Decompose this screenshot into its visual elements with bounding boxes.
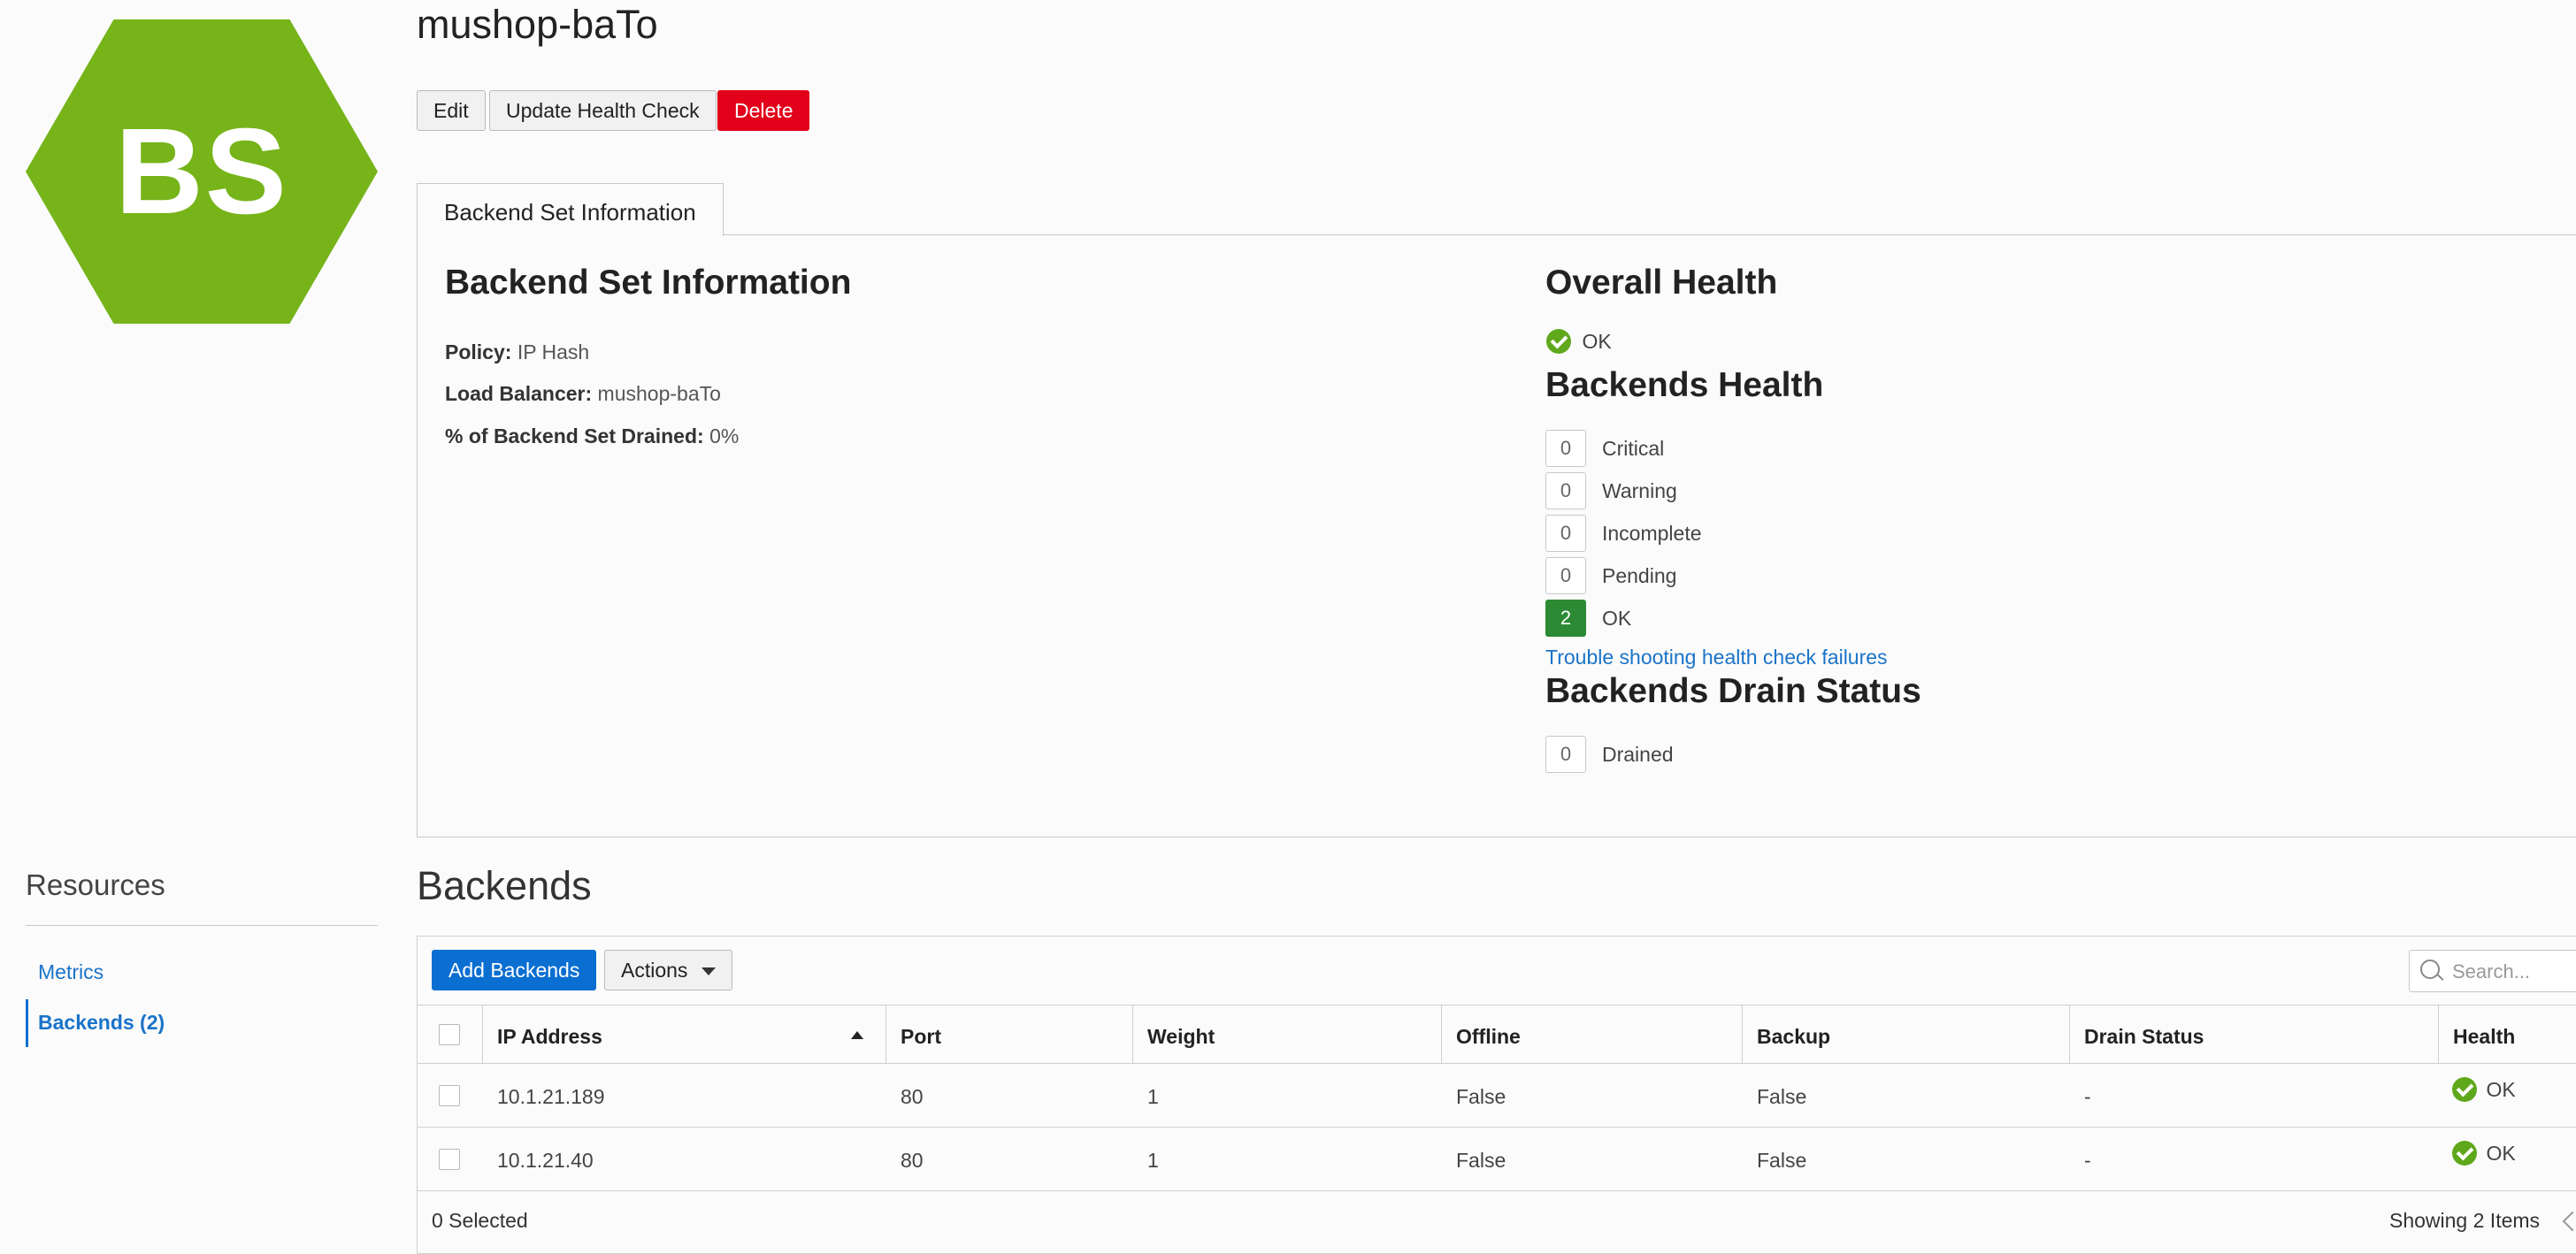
search-icon [2420, 960, 2440, 979]
column-header-ip-address[interactable]: IP Address [497, 1025, 602, 1049]
cell-backup: False [1757, 1149, 1807, 1172]
row-checkbox[interactable] [439, 1085, 460, 1106]
cell-health: OK [2452, 1077, 2516, 1102]
cell-port: 80 [901, 1085, 924, 1108]
health-count-box: 0 [1545, 472, 1586, 509]
cell-weight: 1 [1147, 1085, 1159, 1108]
column-header-drain-status[interactable]: Drain Status [2084, 1025, 2204, 1049]
sidebar-item-metrics[interactable]: Metrics [38, 960, 104, 984]
health-count-box: 2 [1545, 600, 1586, 637]
cell-backup: False [1757, 1085, 1807, 1108]
showing-count: Showing 2 Items [2389, 1209, 2541, 1232]
drain-count-drained[interactable]: 0 Drained [1545, 733, 1674, 776]
selected-count: 0 Selected [432, 1209, 528, 1232]
actions-menu-button[interactable]: Actions [604, 950, 733, 990]
overall-health-heading: Overall Health [1545, 264, 1778, 302]
cell-offline: False [1456, 1149, 1506, 1172]
cell-health-label: OK [2486, 1077, 2516, 1101]
health-count-box: 0 [1545, 430, 1586, 467]
cell-health-label: OK [2486, 1141, 2516, 1165]
cell-drain-status: - [2084, 1085, 2091, 1108]
column-header-port[interactable]: Port [901, 1025, 941, 1049]
column-divider [1742, 1005, 1743, 1064]
edit-button[interactable]: Edit [417, 90, 486, 131]
load-balancer-field: Load Balancer: mushop-baTo [445, 382, 721, 406]
load-balancer-value: mushop-baTo [597, 382, 721, 405]
info-panel [417, 234, 2576, 837]
select-all-checkbox[interactable] [439, 1024, 460, 1045]
resources-title: Resources [26, 868, 165, 901]
info-heading: Backend Set Information [445, 264, 852, 302]
health-count-label: Incomplete [1602, 521, 1702, 545]
cell-drain-status: - [2084, 1149, 2091, 1172]
ok-check-icon [1546, 329, 1571, 354]
column-divider [482, 1005, 483, 1064]
drain-status-heading: Backends Drain Status [1545, 672, 1921, 710]
resources-divider [26, 925, 378, 926]
actions-label: Actions [621, 959, 688, 982]
cell-weight: 1 [1147, 1149, 1159, 1172]
delete-button[interactable]: Delete [717, 90, 810, 131]
backends-health-counts: 0 Critical 0 Warning 0 Incomplete 0 Pend… [1545, 427, 1702, 639]
column-divider [1132, 1005, 1133, 1064]
sidebar-item-backends[interactable]: Backends (2) [38, 1011, 165, 1035]
cell-ip-address: 10.1.21.189 [497, 1085, 605, 1108]
health-count-warning[interactable]: 0 Warning [1545, 470, 1702, 512]
sort-ascending-icon[interactable] [851, 1031, 863, 1039]
health-count-ok[interactable]: 2 OK [1545, 597, 1702, 639]
tab-backend-set-information[interactable]: Backend Set Information [417, 183, 724, 236]
column-divider [1441, 1005, 1442, 1064]
ok-check-icon [2452, 1141, 2477, 1166]
health-count-incomplete[interactable]: 0 Incomplete [1545, 512, 1702, 554]
cell-port: 80 [901, 1149, 924, 1172]
search-box[interactable] [2409, 950, 2576, 992]
row-checkbox[interactable] [439, 1149, 460, 1170]
cell-ip-address: 10.1.21.40 [497, 1149, 594, 1172]
health-count-label: OK [1602, 606, 1632, 630]
drained-percent-field: % of Backend Set Drained: 0% [445, 424, 739, 448]
column-header-backup[interactable]: Backup [1757, 1025, 1830, 1049]
ok-check-icon [2452, 1077, 2477, 1102]
troubleshooting-link[interactable]: Trouble shooting health check failures [1545, 646, 1888, 669]
column-header-offline[interactable]: Offline [1456, 1025, 1521, 1049]
update-health-check-button[interactable]: Update Health Check [489, 90, 717, 131]
drain-count-label: Drained [1602, 742, 1674, 766]
table-row-divider [418, 1190, 2576, 1191]
policy-value: IP Hash [517, 340, 590, 363]
search-input[interactable] [2450, 960, 2576, 984]
badge-initials: BS [115, 103, 288, 240]
add-backends-button[interactable]: Add Backends [432, 950, 597, 990]
backends-section-title: Backends [417, 863, 592, 908]
health-count-pending[interactable]: 0 Pending [1545, 554, 1702, 597]
column-header-weight[interactable]: Weight [1147, 1025, 1215, 1049]
health-count-box: 0 [1545, 515, 1586, 552]
column-divider [2438, 1005, 2439, 1064]
overall-health-status: OK [1546, 329, 1612, 354]
drained-percent-label: % of Backend Set Drained: [445, 424, 704, 447]
policy-field: Policy: IP Hash [445, 340, 589, 364]
health-count-label: Warning [1602, 478, 1677, 502]
health-count-label: Critical [1602, 436, 1665, 460]
backend-set-hexagon-icon: BS [26, 19, 378, 324]
sidebar-active-indicator [26, 999, 28, 1047]
load-balancer-label: Load Balancer: [445, 382, 593, 405]
cell-offline: False [1456, 1085, 1506, 1108]
overall-health-label: OK [1582, 329, 1612, 353]
health-count-critical[interactable]: 0 Critical [1545, 427, 1702, 470]
health-count-box: 0 [1545, 557, 1586, 594]
backends-health-heading: Backends Health [1545, 366, 1824, 404]
column-divider [2069, 1005, 2070, 1064]
cell-health: OK [2452, 1141, 2516, 1166]
drained-percent-value: 0% [709, 424, 740, 447]
column-header-health[interactable]: Health [2453, 1025, 2515, 1049]
health-count-label: Pending [1602, 563, 1677, 587]
page-title: mushop-baTo [417, 2, 658, 47]
policy-label: Policy: [445, 340, 512, 363]
caret-down-icon [702, 967, 717, 976]
drain-count-box: 0 [1545, 736, 1586, 773]
